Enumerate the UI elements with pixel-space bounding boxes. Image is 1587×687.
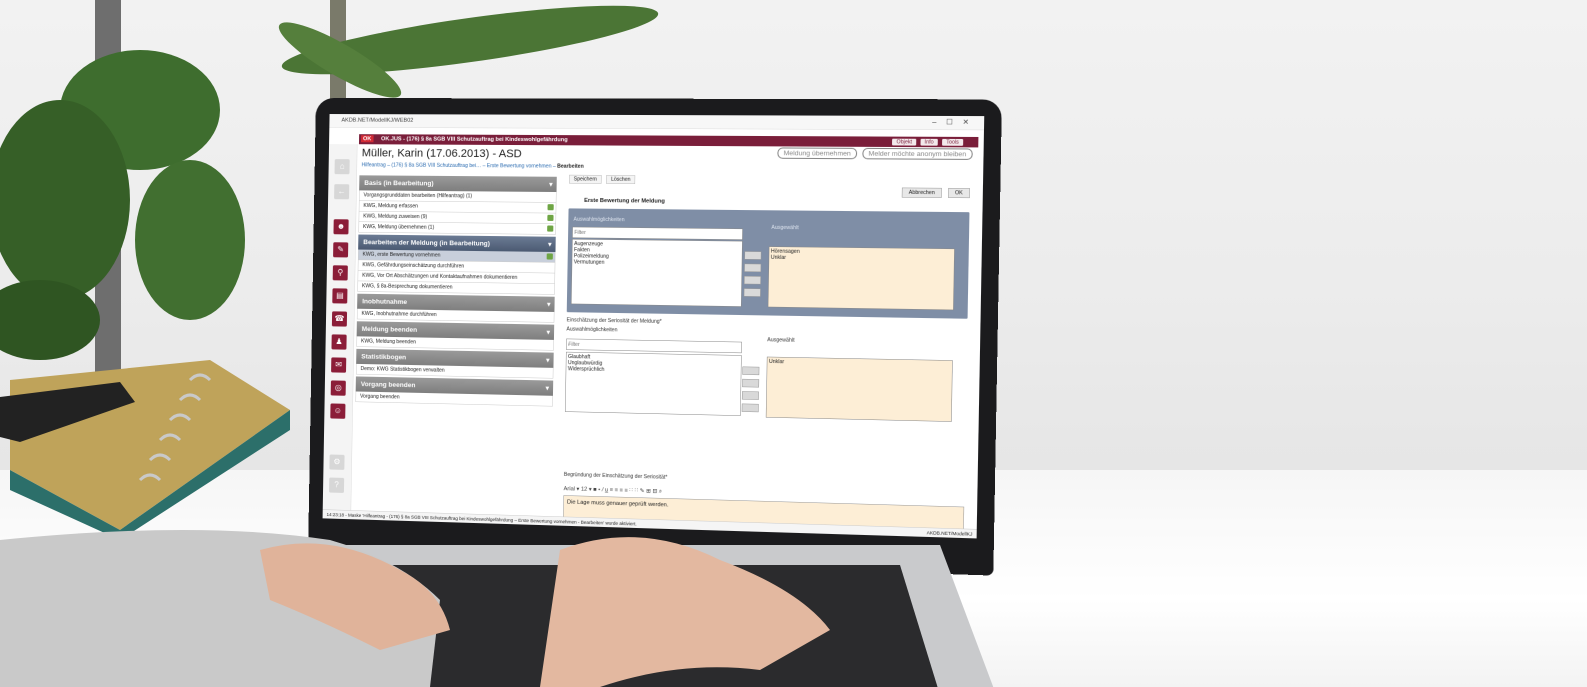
- filter-input-1[interactable]: [572, 226, 743, 240]
- tools-button[interactable]: Tools: [941, 138, 964, 146]
- done-check-icon: [547, 204, 554, 211]
- nav-item-label: KWG, § 8a-Besprechung dokumentieren: [361, 283, 453, 291]
- nav-item-label: Vorgang beenden: [360, 393, 400, 400]
- list-option[interactable]: Unklar: [771, 255, 953, 264]
- nav-item-label: Demo: KWG Statistikbogen verwalten: [360, 365, 445, 374]
- anonym-button[interactable]: Melder möchte anonym bleiben: [862, 147, 973, 160]
- selected-label-2: Ausgewählt: [767, 337, 795, 344]
- left-icon-rail: ⌂ ← ☻ ✎ ⚲ ▤ ☎ ♟ ✉ ◎ ☺ ⚙ ?: [322, 144, 358, 520]
- nav-item-label: KWG, Meldung übernehmen (1): [362, 224, 435, 231]
- nav-item[interactable]: KWG, § 8a-Besprechung dokumentieren: [357, 281, 555, 295]
- add-arrow-button-2[interactable]: [742, 366, 760, 376]
- photo-scene: AKDB.NET/ModellKJ/WEB02 –☐✕ OK OK.JUS - …: [0, 0, 1587, 687]
- back-icon[interactable]: ←: [334, 184, 350, 200]
- remove-arrow-button-2[interactable]: [741, 391, 759, 400]
- akdb-app: AKDB.NET/ModellKJ/WEB02 –☐✕ OK OK.JUS - …: [322, 114, 985, 539]
- available-label: Auswahlmöglichkeiten: [573, 216, 625, 223]
- list-option[interactable]: Unklar: [769, 359, 951, 369]
- top-action-buttons: Meldung übernehmen Melder möchte anonym …: [774, 147, 973, 160]
- phone-icon[interactable]: ☎: [331, 311, 348, 327]
- cancel-button[interactable]: Abbrechen: [901, 187, 942, 198]
- case-header-bar: OK OK.JUS - (176) § 8a SGB VIII Schutzau…: [358, 134, 979, 148]
- seriousness-title: Einschätzung der Seriosität der Meldung*: [566, 317, 662, 325]
- typing-hands: [0, 530, 830, 687]
- nav-item-label: KWG, Meldung beenden: [360, 338, 416, 345]
- transfer-buttons-2: [741, 366, 760, 417]
- nav-item-label: KWG, Vor Ort Abschätzungen und Kontaktau…: [362, 272, 518, 281]
- list-option[interactable]: Vermutungen: [574, 259, 740, 267]
- nav-item[interactable]: KWG, Inobhutnahme durchführen: [356, 308, 555, 323]
- nav-item-label: KWG, Gefährdungseinschätzung durchführen: [362, 262, 465, 270]
- workflow-nav: Basis (in Bearbeitung)Vorgangsgrunddaten…: [354, 173, 557, 520]
- done-check-icon: [547, 214, 554, 221]
- dialog-buttons: Abbrechen OK: [897, 187, 970, 199]
- form-heading: Erste Bewertung der Meldung: [584, 197, 665, 205]
- info-button[interactable]: Info: [920, 138, 938, 146]
- add-all-button-2[interactable]: [742, 378, 760, 388]
- user-icon[interactable]: ☺: [330, 403, 346, 419]
- remove-all-button[interactable]: [743, 288, 761, 297]
- available-list-1[interactable]: Augenzeuge Fakten Polizeimeldung Vermutunge…: [570, 238, 743, 307]
- remove-arrow-button[interactable]: [743, 275, 761, 285]
- meldung-uebernehmen-button[interactable]: Meldung übernehmen: [777, 147, 858, 160]
- laptop-screen: AKDB.NET/ModellKJ/WEB02 –☐✕ OK OK.JUS - …: [322, 114, 985, 539]
- available-label-2: Auswahlmöglichkeiten: [566, 326, 618, 333]
- objekt-button[interactable]: Objekt: [892, 138, 917, 146]
- person-icon[interactable]: ☻: [333, 219, 349, 235]
- selection-panel-1: Auswahlmöglichkeiten Ausgewählt Augenzeu…: [566, 208, 970, 319]
- ok-button[interactable]: OK: [947, 187, 970, 199]
- target-icon[interactable]: ◎: [330, 380, 346, 396]
- selected-list-1[interactable]: Hörensagen Unklar: [767, 246, 955, 311]
- nav-item-label: Vorgangsgrunddaten bearbeiten (Hilfeantr…: [363, 192, 473, 199]
- mail-icon[interactable]: ✉: [331, 357, 347, 373]
- breadcrumb-links[interactable]: Hilfeantrag – (176) § 8a SGB VIII Schutz…: [362, 162, 552, 169]
- case-tab-title[interactable]: OK.JUS - (176) § 8a SGB VIII Schutzauftr…: [381, 136, 568, 143]
- add-all-button[interactable]: [744, 263, 762, 273]
- settings-icon[interactable]: ⚙: [329, 454, 345, 470]
- group-icon[interactable]: ♟: [331, 334, 347, 350]
- add-arrow-button[interactable]: [744, 251, 762, 260]
- header-buttons: Objekt Info Tools: [890, 138, 964, 146]
- remove-all-button-2[interactable]: [741, 403, 759, 413]
- search-person-icon[interactable]: ⚲: [332, 265, 348, 281]
- doc-icon[interactable]: ▤: [332, 288, 348, 304]
- brand-logo: OK: [360, 135, 374, 143]
- edit-icon[interactable]: ✎: [333, 242, 349, 258]
- page-title: Müller, Karin (17.06.2013) - ASD: [361, 146, 522, 160]
- smartphone: [0, 382, 135, 442]
- window-title: AKDB.NET/ModellKJ/WEB02: [341, 117, 414, 124]
- available-list-2[interactable]: Glaubhaft Unglaubwürdig Widersprüchlich: [564, 351, 742, 416]
- nav-item-label: KWG, Meldung erfassen: [363, 202, 419, 209]
- filter-input-2[interactable]: [566, 338, 742, 354]
- nav-item-label: KWG, Inobhutnahme durchführen: [361, 310, 437, 318]
- save-button[interactable]: Speichern: [569, 174, 602, 184]
- nav-item[interactable]: KWG, Meldung übernehmen (1): [358, 221, 556, 235]
- nav-item-label: KWG, erste Bewertung vornehmen: [362, 251, 441, 259]
- done-check-icon: [546, 253, 553, 260]
- transfer-buttons-1: [743, 251, 762, 301]
- form-toolbar: Speichern Löschen: [569, 174, 638, 184]
- nav-section[interactable]: Basis (in Bearbeitung): [359, 175, 557, 193]
- window-titlebar: AKDB.NET/ModellKJ/WEB02 –☐✕: [329, 114, 985, 131]
- window-controls[interactable]: –☐✕: [932, 117, 979, 126]
- breadcrumb: Hilfeantrag – (176) § 8a SGB VIII Schutz…: [361, 162, 584, 170]
- delete-button[interactable]: Löschen: [606, 175, 636, 184]
- breadcrumb-current: Bearbeiten: [557, 163, 584, 170]
- selected-list-2[interactable]: Unklar: [765, 356, 953, 422]
- done-check-icon: [547, 225, 554, 232]
- home-icon[interactable]: ⌂: [334, 159, 350, 175]
- selected-label: Ausgewählt: [771, 224, 799, 231]
- nav-item-label: KWG, Meldung zuweisen (9): [363, 213, 428, 220]
